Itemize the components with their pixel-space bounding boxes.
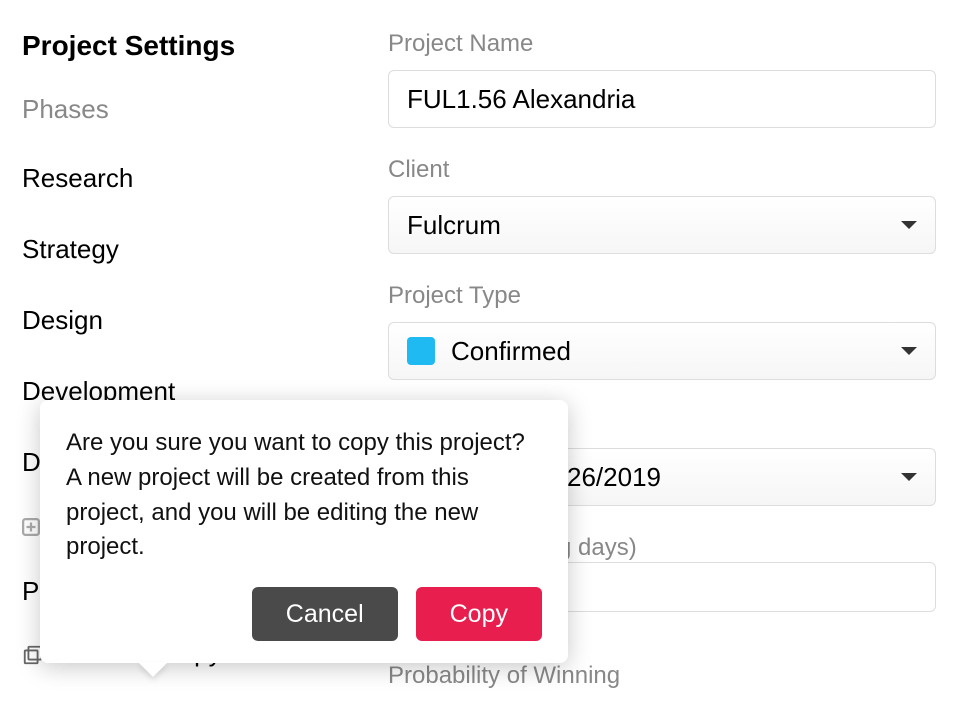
probability-label: Probability of Winning xyxy=(388,662,955,690)
popover-message: Are you sure you want to copy this proje… xyxy=(66,426,542,565)
sidebar-item-strategy[interactable]: Strategy xyxy=(22,234,360,265)
project-name-input[interactable]: FUL1.56 Alexandria xyxy=(388,70,936,128)
cancel-button[interactable]: Cancel xyxy=(252,587,398,641)
project-name-label: Project Name xyxy=(388,30,955,58)
client-select[interactable]: Fulcrum xyxy=(388,196,936,254)
project-type-value: Confirmed xyxy=(451,336,571,367)
page-title: Project Settings xyxy=(22,30,360,62)
sidebar-item-research[interactable]: Research xyxy=(22,163,360,194)
chevron-down-icon xyxy=(901,347,917,355)
popover-actions: Cancel Copy xyxy=(66,587,542,641)
popover-arrow xyxy=(138,662,168,677)
project-type-select[interactable]: Confirmed xyxy=(388,322,936,380)
project-type-label: Project Type xyxy=(388,282,955,310)
project-type-swatch xyxy=(407,337,435,365)
confirm-popover: Are you sure you want to copy this proje… xyxy=(40,400,568,663)
client-value: Fulcrum xyxy=(407,210,501,241)
sidebar-item-design[interactable]: Design xyxy=(22,305,360,336)
client-label: Client xyxy=(388,156,955,184)
project-name-value: FUL1.56 Alexandria xyxy=(407,84,635,115)
add-icon xyxy=(22,518,40,536)
chevron-down-icon xyxy=(901,473,917,481)
copy-button[interactable]: Copy xyxy=(416,587,542,641)
chevron-down-icon xyxy=(901,221,917,229)
phases-label: Phases xyxy=(22,94,360,125)
